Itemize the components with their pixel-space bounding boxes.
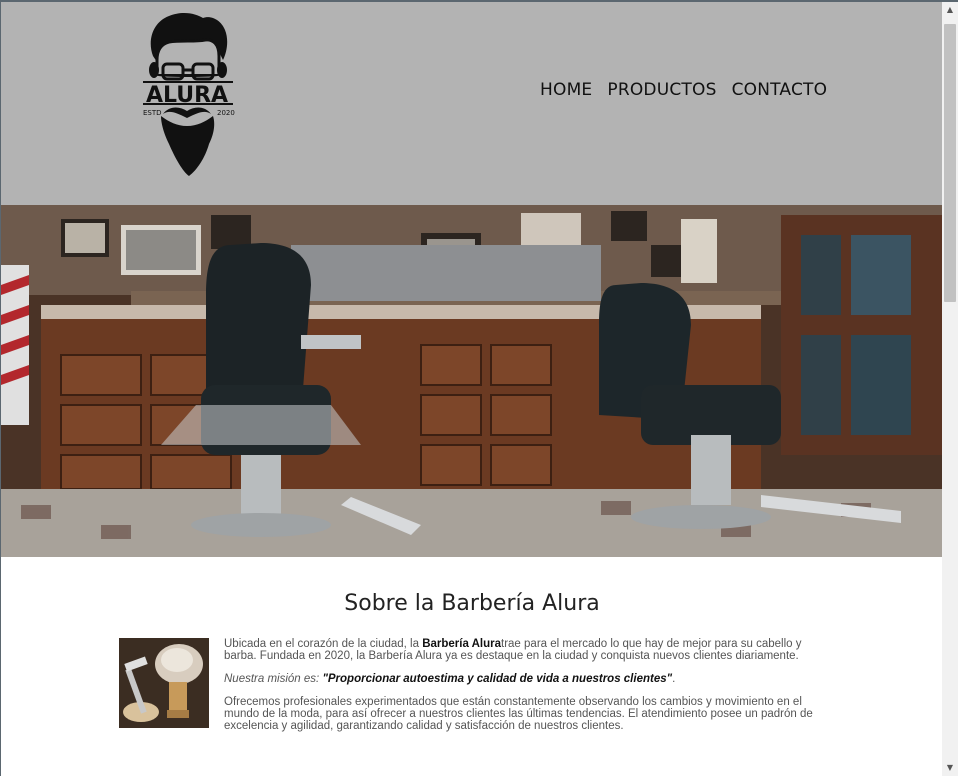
alura-logo[interactable]: ALURA ESTD 2020 [139,12,235,180]
barbershop-photo-icon [1,205,942,557]
site-header: ALURA ESTD 2020 HOME PRODUCTOS CONTACTO [1,2,942,205]
about-text: Ubicada en el corazón de la ciudad, la B… [119,638,825,732]
about-section: Sobre la Barbería Alura Ubicada en el co… [119,557,825,743]
about-p1-intro: Ubicada en el corazón de la ciudad, la [224,638,423,650]
logo-estd-year: 2020 [217,109,235,117]
brand-name: Barbería Alura [422,638,502,650]
about-paragraph-1: Ubicada en el corazón de la ciudad, la B… [119,638,825,662]
hero-barbershop-image [1,205,942,557]
mission-end: . [672,673,676,685]
scrollbar-thumb[interactable] [944,24,956,302]
shaving-brush-image [119,638,209,728]
vertical-scrollbar[interactable]: ▲ ▼ [942,2,958,776]
scroll-up-arrow-icon[interactable]: ▲ [942,2,958,18]
page-title: Sobre la Barbería Alura [344,591,600,616]
nav-link-contacto[interactable]: CONTACTO [732,80,828,100]
logo-name: ALURA [146,83,228,108]
scroll-down-arrow-icon[interactable]: ▼ [942,760,958,776]
bearded-man-logo-icon: ALURA ESTD 2020 [143,12,235,176]
logo-estd-label: ESTD [143,109,162,117]
nav-link-home[interactable]: HOME [540,80,592,100]
mission-paragraph: Nuestra misión es: "Proporcionar autoest… [119,673,825,685]
main-nav: HOME PRODUCTOS CONTACTO [540,80,827,100]
nav-link-productos[interactable]: PRODUCTOS [607,80,716,100]
mission-label: Nuestra misión es: [224,673,323,685]
shaving-brush-icon [119,638,209,728]
mission-quote: "Proporcionar autoestima y calidad de vi… [322,673,673,685]
about-paragraph-3: Ofrecemos profesionales experimentados q… [224,696,813,732]
